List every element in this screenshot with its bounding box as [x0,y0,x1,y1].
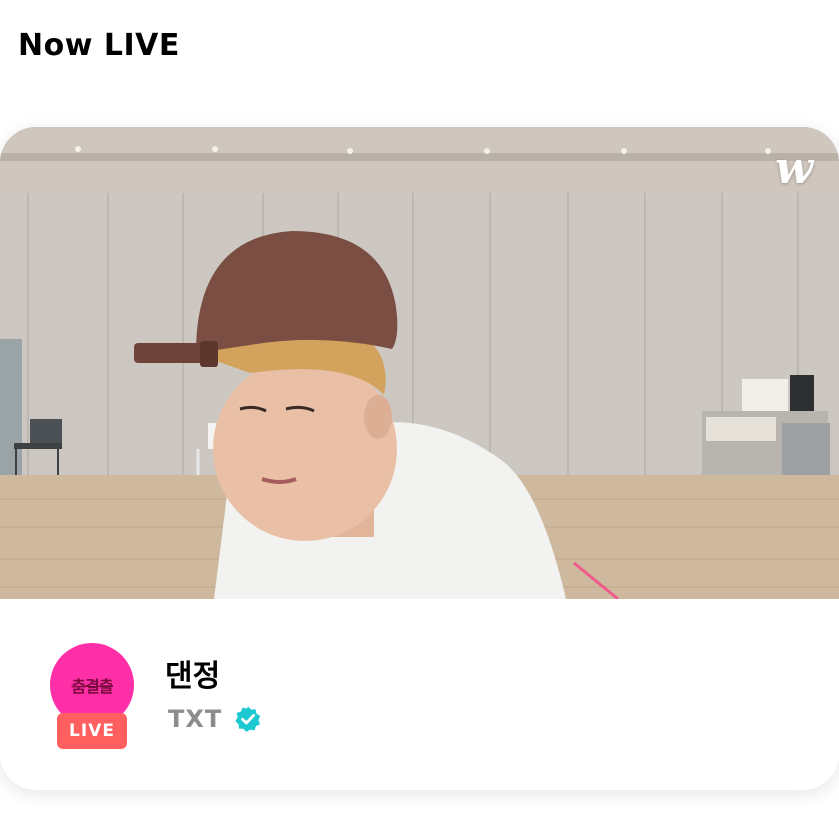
weverse-logo-icon: w [775,143,813,194]
video-frame [0,127,839,599]
video-thumbnail[interactable]: w [0,127,839,599]
live-stream-card[interactable]: w 춤결출 LIVE 댄정 TXT [0,127,839,790]
live-badge: LIVE [57,713,127,749]
stream-title[interactable]: 댄정 [165,651,220,695]
artist-name[interactable]: TXT [168,705,222,733]
avatar-art: 춤결출 [71,677,113,696]
verified-badge-icon [235,706,261,732]
artist-row[interactable]: TXT [168,705,262,733]
section-heading: Now LIVE [18,28,180,63]
stream-info: 춤결출 LIVE 댄정 TXT [0,599,839,790]
